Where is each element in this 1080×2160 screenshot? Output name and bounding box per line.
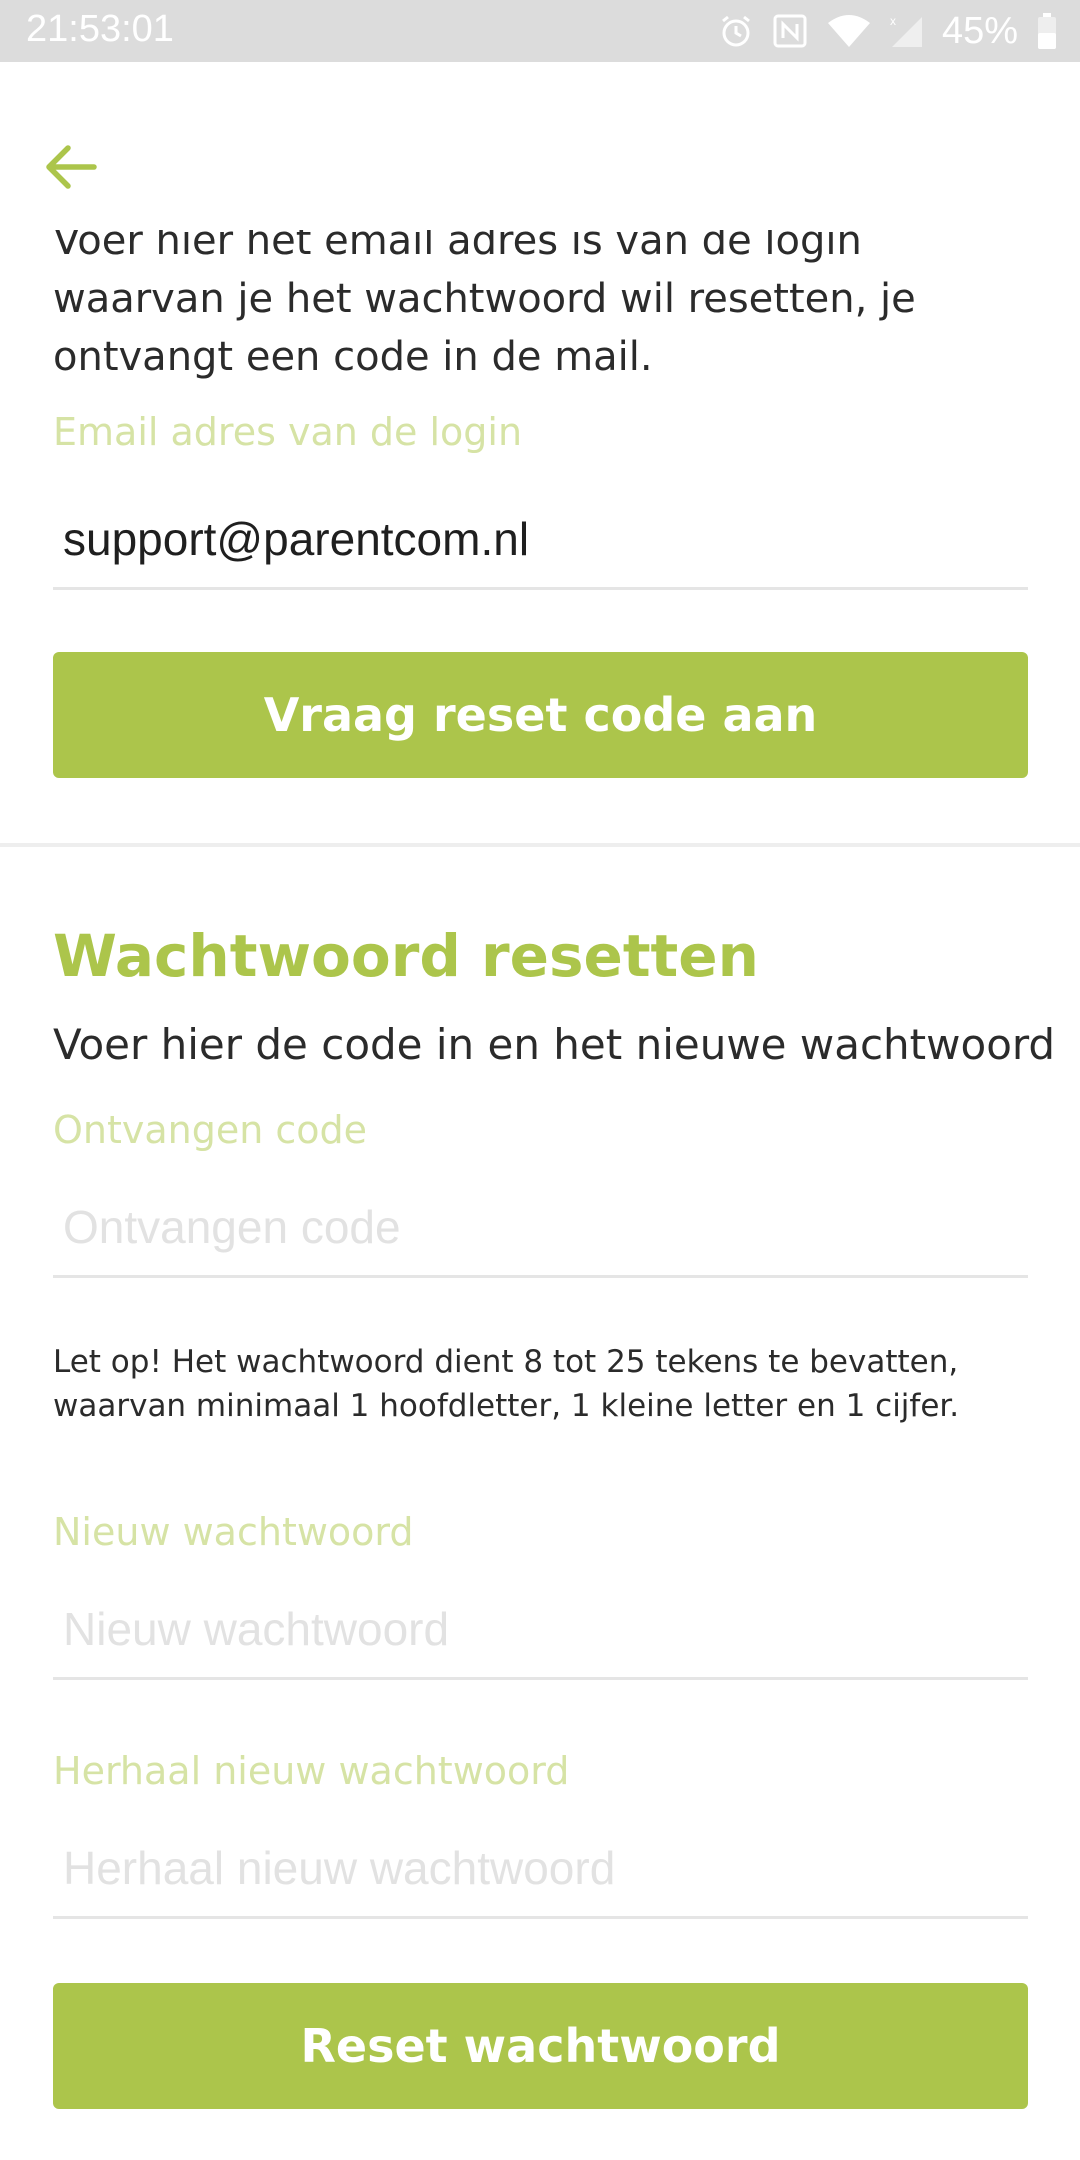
email-field[interactable] — [53, 490, 1028, 590]
content: Voer hier het email adres is van de logi… — [0, 0, 1080, 2160]
section-description: Voer hier de code in en het nieuwe wacht… — [53, 1020, 1056, 1069]
back-button[interactable] — [36, 132, 106, 202]
intro-text: Voer hier het email adres is van de logi… — [53, 218, 916, 380]
reset-password-button[interactable]: Reset wachtwoord — [53, 1983, 1028, 2109]
repeat-password-field[interactable] — [53, 1819, 1028, 1919]
code-field[interactable] — [53, 1178, 1028, 1278]
section-divider — [0, 843, 1080, 847]
app-bar — [0, 62, 1080, 230]
new-password-label: Nieuw wachtwoord — [53, 1510, 414, 1554]
svg-text:x: x — [890, 14, 896, 28]
nfc-icon — [773, 14, 807, 48]
repeat-password-label: Herhaal nieuw wachtwoord — [53, 1749, 570, 1793]
signal-icon: x — [890, 14, 922, 47]
status-icons: x 45% — [718, 8, 1058, 54]
email-label: Email adres van de login — [53, 410, 523, 454]
status-time: 21:53:01 — [26, 8, 174, 50]
alarm-icon — [722, 15, 750, 47]
new-password-field[interactable] — [53, 1580, 1028, 1680]
status-bar: 21:53:01 x 45% — [0, 0, 1080, 62]
section-title: Wachtwoord resetten — [53, 922, 759, 990]
arrow-left-icon — [46, 145, 97, 189]
request-code-button[interactable]: Vraag reset code aan — [53, 652, 1028, 778]
code-label: Ontvangen code — [53, 1108, 368, 1152]
password-requirements-note: Let op! Het wachtwoord dient 8 tot 25 te… — [53, 1344, 960, 1424]
battery-icon — [1038, 13, 1056, 49]
battery-percent: 45% — [941, 9, 1018, 52]
wifi-icon — [827, 15, 870, 47]
